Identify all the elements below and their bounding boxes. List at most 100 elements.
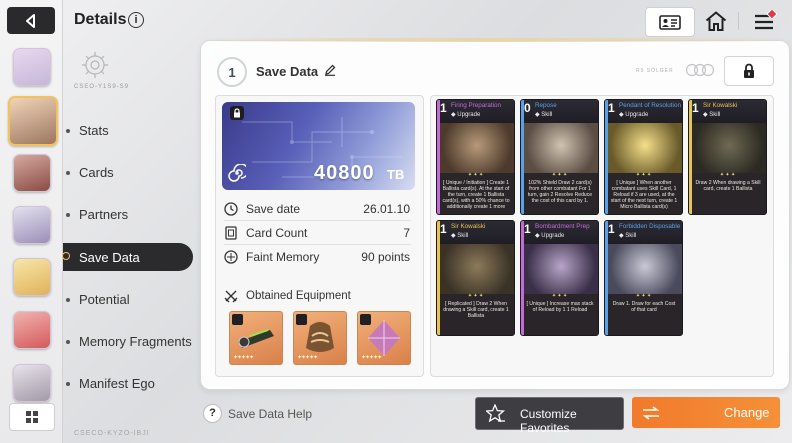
crossed-swords-icon [224,290,238,303]
deck-card[interactable]: 1 Sir Kowalski ◆ Skill ✦ ✦ ✦ [ Replicated ] … [436,220,515,336]
card-cost: 1 [608,222,615,236]
deck-card[interactable]: 1 Bombardment Prep ◆ Upgrade ✦ ✦ ✦ [ Unique … [520,220,599,336]
card-name: Firing Preparation [451,102,502,109]
card-stars: ✦ ✦ ✦ [551,172,568,178]
nav-item-potential[interactable]: Potential [79,292,130,307]
card-art [440,244,514,294]
card-description: [ Unique ] Increase max stack of Reload … [526,301,594,314]
card-type-label: Upgrade [541,233,565,239]
nav-item-memory-fragments[interactable]: Memory Fragments [79,334,192,349]
deck-card[interactable]: 1 Forbidden Disposable Sys ◆ Skill ✦ ✦ ✦ Dra… [604,220,683,336]
change-label: Change [724,405,770,420]
deck-card[interactable]: 0 Repose ◆ Skill ✦ ✦ ✦ 102% Shield Draw 2 ca… [520,99,599,215]
nav-item-manifest-ego[interactable]: Manifest Ego [79,376,155,391]
card-cost: 1 [608,101,615,115]
nav-item-cards[interactable]: Cards [79,165,114,180]
help-icon[interactable]: ? [203,404,222,423]
character-avatar-3[interactable] [13,154,51,192]
faint-memory-value: 90 points [361,250,410,264]
character-avatar-4[interactable] [13,206,51,244]
nav-bullet [66,298,70,302]
nav-bullet [66,340,70,344]
card-stars: ✦ ✦ ✦ [467,293,484,299]
card-description: 102% Shield Draw 2 card(s) from other co… [527,180,593,205]
character-avatar-1[interactable] [13,48,51,86]
card-cost: 1 [440,101,447,115]
card-type: ◆ Skill [451,232,468,239]
character-avatar-5[interactable] [13,258,51,296]
equipment-stars: ✦✦✦✦✦ [297,355,318,361]
profile-card-button[interactable] [645,7,695,37]
sigil-code: CSEO-Y1S9-S9 [74,84,130,90]
deck-card[interactable]: 1 Firing Preparation ◆ Upgrade ✦ ✦ ✦ [ Uniqu… [436,99,515,215]
deck-card[interactable]: 1 Pendant of Resolution ◆ Upgrade ✦ ✦ ✦ [ Un… [604,99,683,215]
active-marker-icon [62,252,70,260]
card-cost: 0 [524,101,531,115]
hamburger-menu-icon [755,10,777,30]
card-type-label: Upgrade [457,112,481,118]
card-rarity-bar [689,100,692,214]
card-rarity-bar [605,221,608,335]
edit-pencil-icon[interactable] [324,64,336,76]
character-avatar-6[interactable] [13,311,51,349]
card-art [692,123,766,173]
equipment-slot-weapon[interactable]: ✦✦✦✦✦ [229,311,283,365]
info-icon[interactable]: i [128,12,144,28]
id-card-icon [659,14,681,30]
card-type-label: Skill [457,233,469,239]
character-avatar-7[interactable] [13,364,51,402]
tb-unit: TB [387,167,405,182]
card-name: Pendant of Resolution [619,102,681,109]
card-stars: ✦ ✦ ✦ [551,293,568,299]
card-name: Bombardment Prep [535,223,590,230]
card-type: ◆ Upgrade [451,111,480,118]
customize-favorites-button[interactable]: Customize Favorites [475,397,624,435]
card-art [608,244,682,294]
nav-bullet [66,382,70,386]
card-type-label: Skill [625,233,637,239]
equipment-slot-accessory[interactable]: ✦✦✦✦✦ [357,311,411,365]
card-art [524,123,598,173]
lock-save-button[interactable] [724,56,774,86]
deck-card[interactable]: 1 Sir Kowalski ◆ Skill ✦ ✦ ✦ Draw 2 When dra… [688,99,767,215]
equipment-slot-armor[interactable]: ✦✦✦✦✦ [293,311,347,365]
back-button[interactable] [7,7,55,34]
lock-icon [744,63,754,78]
rings-emblem-icon [685,63,715,77]
card-stars: ✦ ✦ ✦ [467,172,484,178]
menu-button[interactable] [750,7,780,35]
grid-view-button[interactable] [9,403,55,431]
save-date-label: Save date [246,202,301,216]
save-data-title: Save Data [256,64,319,79]
shirt-icon [296,314,307,325]
card-type-label: Skill [541,112,553,118]
nav-item-save-data-label: Save Data [79,250,140,265]
card-name: Repose [535,102,557,109]
card-name: Sir Kowalski [451,223,486,230]
card-description: [ Unique ] When another combatant uses S… [610,180,678,211]
nav-item-stats[interactable]: Stats [79,123,109,138]
change-button[interactable]: Change [632,397,780,428]
card-count-label: Card Count [246,226,308,240]
nav-bullet [66,129,70,133]
card-cost: 1 [440,222,447,236]
save-data-help-link[interactable]: Save Data Help [228,407,312,421]
nav-bullet [66,213,70,217]
swap-arrows-icon [642,406,660,420]
card-type: ◆ Upgrade [535,232,564,239]
card-stars: ✦ ✦ ✦ [719,172,736,178]
clock-icon [224,202,238,216]
ring-icon [360,314,371,325]
card-stars: ✦ ✦ ✦ [635,172,652,178]
card-count-value: 7 [403,226,410,240]
card-rarity-bar [437,100,440,214]
home-button[interactable] [701,7,731,35]
nav-item-partners[interactable]: Partners [79,207,128,222]
card-cost: 1 [524,222,531,236]
home-icon [705,11,727,31]
equipment-stars: ✦✦✦✦✦ [233,355,254,361]
card-stars: ✦ ✦ ✦ [635,293,652,299]
character-avatar-2-active[interactable] [8,96,58,146]
card-art [524,244,598,294]
customize-favorites-label: Customize Favorites [520,407,577,435]
